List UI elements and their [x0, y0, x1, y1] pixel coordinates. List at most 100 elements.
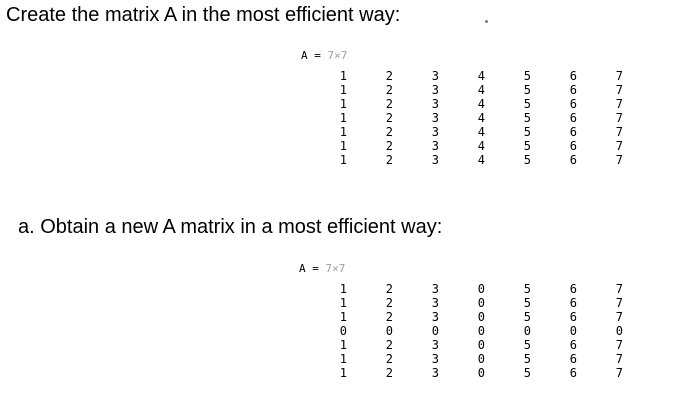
matrix-cell: 4	[477, 111, 485, 125]
matrix-cell: 2	[385, 97, 393, 111]
matrix-cell: 1	[339, 366, 347, 380]
matrix-cell: 1	[339, 139, 347, 153]
matrix-cell: 2	[385, 296, 393, 310]
matrix-cell: 7	[615, 352, 623, 366]
matrix-cell: 1	[339, 69, 347, 83]
matrix-cell: 2	[385, 366, 393, 380]
matrix-cell: 4	[477, 153, 485, 167]
matrix-a-modified: A = 7×7 12305671230567123056700000001230…	[299, 262, 623, 380]
matrix-cell: 6	[569, 366, 577, 380]
matrix-cell: 2	[385, 139, 393, 153]
matrix-cell: 7	[615, 69, 623, 83]
matrix-cell: 4	[477, 139, 485, 153]
matrix-cell: 5	[523, 125, 531, 139]
matrix-cell: 6	[569, 139, 577, 153]
matrix-cell: 6	[569, 352, 577, 366]
matrix-cell: 3	[431, 352, 439, 366]
matrix-cell: 3	[431, 125, 439, 139]
matrix-cell: 5	[523, 111, 531, 125]
matrix-cell: 1	[339, 97, 347, 111]
matrix-cell: 3	[431, 97, 439, 111]
matrix-cell: 6	[569, 282, 577, 296]
matrix-cell: 2	[385, 310, 393, 324]
matrix-cell: 5	[523, 296, 531, 310]
matrix-cell: 3	[431, 83, 439, 97]
matrix-cell: 1	[339, 125, 347, 139]
matrix-cell: 0	[477, 338, 485, 352]
matrix-cell: 2	[385, 125, 393, 139]
matrix-cell: 5	[523, 69, 531, 83]
matrix-cell: 5	[523, 310, 531, 324]
matrix-cell: 1	[339, 153, 347, 167]
matrix-cell: 7	[615, 97, 623, 111]
matrix-cell: 0	[569, 324, 577, 338]
matrix-size-label: 7×7	[327, 49, 348, 62]
matrix-cell: 6	[569, 296, 577, 310]
matrix-cell: 6	[569, 111, 577, 125]
matrix-cell: 1	[339, 282, 347, 296]
matrix-cell: 0	[615, 324, 623, 338]
matrix-cell: 1	[339, 310, 347, 324]
matrix-a-original: A = 7×7 1 2 3 4 5 6 7 1 2 3 4 5 6 7 1 2 3 4 5 6 7 1 2 3 4 5 6 7 1 2 3 4…	[301, 49, 623, 167]
matrix-cell: 1	[339, 338, 347, 352]
instruction-heading: Create the matrix A in the most efficien…	[6, 4, 401, 26]
matrix-cell: 7	[615, 139, 623, 153]
matrix-label: A = 7×7	[299, 262, 623, 276]
matrix-cell: 7	[615, 282, 623, 296]
matrix-cell: 5	[523, 97, 531, 111]
matrix-grid: 1230567123056712305670000000123056712305…	[301, 282, 623, 380]
matrix-cell: 1	[339, 296, 347, 310]
matrix-size-label: 7×7	[325, 262, 346, 275]
matrix-cell: 3	[431, 111, 439, 125]
matrix-cell: 7	[615, 153, 623, 167]
matrix-cell: 2	[385, 69, 393, 83]
matrix-cell: 0	[385, 324, 393, 338]
matrix-cell: 3	[431, 139, 439, 153]
matrix-cell: 3	[431, 310, 439, 324]
matrix-cell: 2	[385, 83, 393, 97]
matrix-variable-label: A =	[299, 262, 319, 275]
matrix-cell: 6	[569, 83, 577, 97]
matrix-cell: 5	[523, 83, 531, 97]
matrix-cell: 5	[523, 153, 531, 167]
matrix-cell: 5	[523, 139, 531, 153]
matrix-cell: 6	[569, 125, 577, 139]
matrix-cell: 1	[339, 83, 347, 97]
matrix-cell: 0	[477, 282, 485, 296]
matrix-cell: 0	[523, 324, 531, 338]
matrix-cell: 3	[431, 338, 439, 352]
matrix-cell: 5	[523, 282, 531, 296]
matrix-cell: 0	[477, 366, 485, 380]
matrix-cell: 7	[615, 338, 623, 352]
matrix-cell: 6	[569, 310, 577, 324]
matrix-cell: 4	[477, 125, 485, 139]
matrix-cell: 6	[569, 97, 577, 111]
matrix-cell: 3	[431, 296, 439, 310]
matrix-cell: 2	[385, 352, 393, 366]
matrix-cell: 3	[431, 282, 439, 296]
subquestion-heading: a. Obtain a new A matrix in a most effic…	[18, 216, 443, 238]
matrix-cell: 0	[431, 324, 439, 338]
matrix-cell: 0	[339, 324, 347, 338]
matrix-cell: 6	[569, 69, 577, 83]
matrix-cell: 3	[431, 153, 439, 167]
matrix-cell: 7	[615, 296, 623, 310]
matrix-cell: 0	[477, 310, 485, 324]
matrix-cell: 5	[523, 352, 531, 366]
matrix-cell: 3	[431, 366, 439, 380]
matrix-cell: 1	[339, 111, 347, 125]
matrix-cell: 6	[569, 338, 577, 352]
matrix-cell: 4	[477, 83, 485, 97]
matrix-cell: 2	[385, 282, 393, 296]
matrix-cell: 5	[523, 338, 531, 352]
matrix-cell: 7	[615, 111, 623, 125]
matrix-cell: 1	[339, 352, 347, 366]
matrix-cell: 3	[431, 69, 439, 83]
matrix-cell: 0	[477, 296, 485, 310]
matrix-cell: 7	[615, 125, 623, 139]
stray-mark	[485, 20, 488, 23]
matrix-cell: 2	[385, 153, 393, 167]
matrix-variable-label: A =	[301, 49, 321, 62]
matrix-cell: 0	[477, 324, 485, 338]
matrix-cell: 0	[477, 352, 485, 366]
